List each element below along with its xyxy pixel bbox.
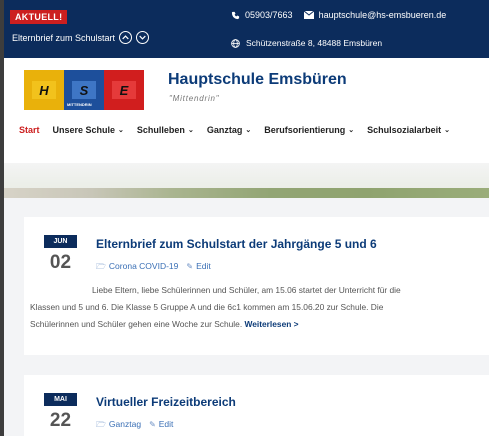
site-title[interactable]: Hauptschule Emsbüren	[168, 71, 347, 89]
folder-icon: 🗁	[96, 262, 106, 271]
mail-icon	[303, 11, 314, 19]
aktuell-badge: AKTUELL!	[10, 10, 68, 24]
chevron-down-icon: ⌄	[245, 127, 252, 134]
post-day: 22	[49, 410, 72, 431]
globe-icon	[231, 38, 240, 48]
nav-item-schulleben[interactable]: Schulleben ⌄	[137, 125, 194, 135]
chevron-down-icon: ⌄	[348, 127, 355, 134]
folder-icon: 🗁	[96, 420, 106, 429]
post-date: MAI 22	[44, 393, 77, 432]
post-meta: 🗁 Ganztag ✎ Edit	[96, 419, 173, 433]
chevron-down-icon: ⌄	[187, 127, 194, 134]
post-card: JUN 02 Elternbrief zum Schulstart der Ja…	[24, 217, 489, 355]
main-nav: Start Unsere Schule ⌄ Schulleben ⌄ Ganztag…	[19, 125, 450, 135]
nav-item-schulsozialarbeit[interactable]: Schulsozialarbeit ⌄	[367, 125, 450, 135]
nav-item-ganztag[interactable]: Ganztag ⌄	[207, 125, 251, 135]
chevron-down-icon: ⌄	[118, 127, 124, 134]
address-text: Schützenstraße 8, 48488 Emsbüren	[246, 38, 383, 48]
post-title[interactable]: Elternbrief zum Schulstart der Jahrgänge…	[96, 237, 377, 251]
post-meta: 🗁 Corona COVID-19 ✎ Edit	[96, 261, 211, 275]
post-category[interactable]: 🗁 Corona COVID-19	[96, 261, 178, 275]
ticker-text[interactable]: Elternbrief zum Schulstart	[12, 33, 115, 43]
post-edit-link[interactable]: ✎ Edit	[186, 261, 210, 275]
logo-tile-s: S MITTENDRIN	[64, 70, 104, 110]
nav-item-unsere-schule[interactable]: Unsere Schule ⌄	[53, 125, 124, 135]
post-excerpt: Liebe Eltern, liebe Schülerinnen und Sch…	[30, 285, 401, 329]
nav-item-berufsorientierung[interactable]: Berufsorientierung ⌄	[264, 125, 354, 135]
school-logo[interactable]: H S MITTENDRIN E	[24, 70, 144, 110]
post-day: 02	[49, 252, 72, 273]
post-month: MAI	[44, 393, 77, 406]
site-motto: "Mittendrin"	[169, 94, 220, 103]
logo-tile-e: E	[104, 70, 144, 110]
post-title[interactable]: Virtueller Freizeitbereich	[96, 395, 236, 409]
phone-icon	[231, 11, 240, 19]
logo-caption: MITTENDRIN	[67, 102, 92, 107]
post-category[interactable]: 🗁 Ganztag	[96, 419, 141, 433]
hero-image-strip	[4, 188, 489, 198]
post-month: JUN	[44, 235, 77, 248]
top-bar: AKTUELL! Elternbrief zum Schulstart 0590…	[4, 0, 489, 58]
edit-icon: ✎	[149, 420, 156, 429]
edit-icon: ✎	[186, 262, 194, 271]
post-card: MAI 22 Virtueller Freizeitbereich 🗁 Ganzt…	[24, 375, 489, 436]
phone-link[interactable]: 05903/7663	[245, 10, 293, 20]
chevron-down-icon: ⌄	[444, 127, 450, 134]
nav-item-start[interactable]: Start	[19, 125, 40, 135]
post-date: JUN 02	[44, 235, 77, 274]
address-info: Schützenstraße 8, 48488 Emsbüren	[231, 38, 382, 48]
ticker-down-button[interactable]	[136, 31, 150, 44]
chevron-down-icon	[139, 35, 146, 40]
ticker-up-button[interactable]	[119, 31, 133, 44]
hero-image	[4, 163, 489, 198]
contact-info: 05903/7663 hauptschule@hs-emsbueren.de	[231, 10, 446, 20]
window-left-edge	[0, 0, 4, 436]
read-more-link[interactable]: Weiterlesen >	[244, 319, 298, 329]
chevron-up-icon	[122, 35, 129, 40]
email-link[interactable]: hauptschule@hs-emsbueren.de	[319, 10, 447, 20]
site-header: H S MITTENDRIN E Hauptschule Emsbüren "Mi…	[4, 58, 489, 163]
news-ticker: Elternbrief zum Schulstart	[12, 31, 150, 44]
post-edit-link[interactable]: ✎ Edit	[149, 419, 173, 433]
logo-tile-h: H	[24, 70, 64, 110]
